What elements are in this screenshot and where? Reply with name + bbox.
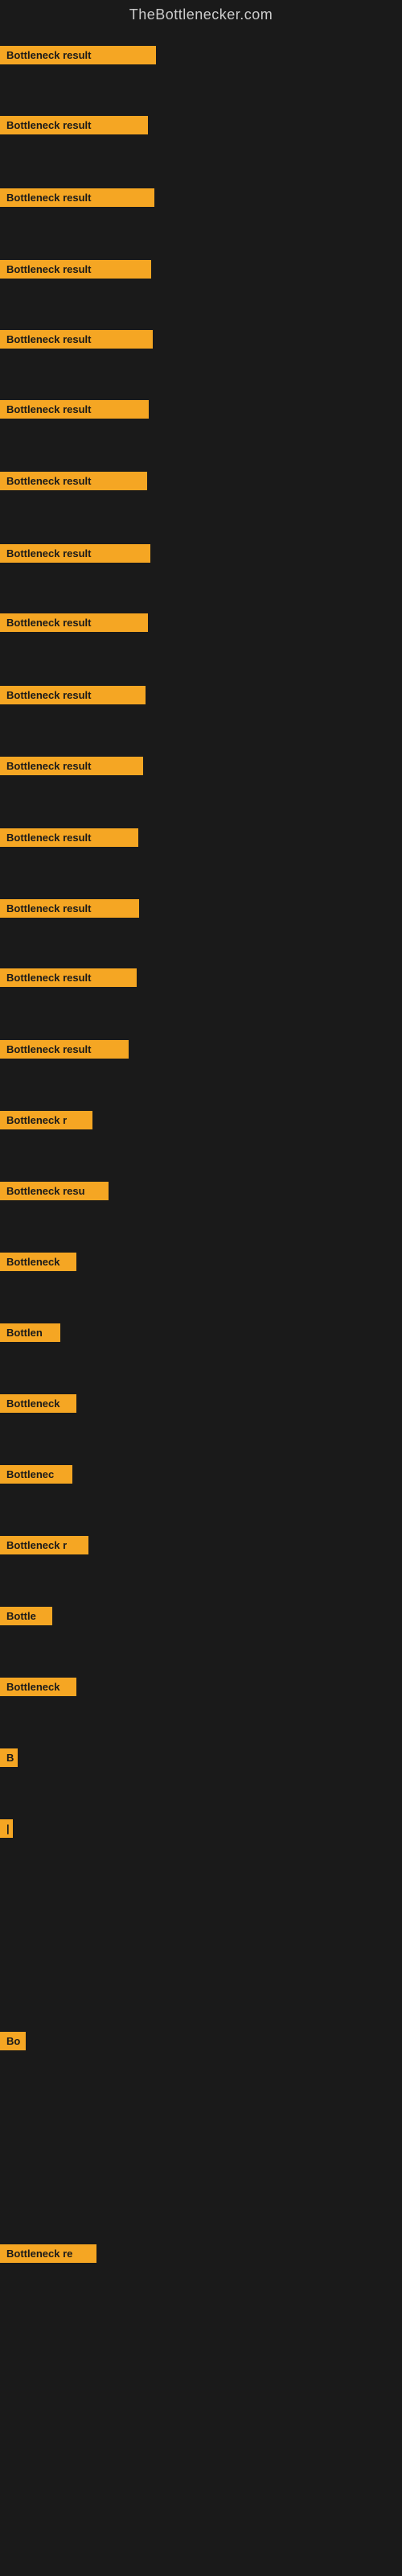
bottleneck-item-1[interactable]: Bottleneck result xyxy=(0,46,156,64)
bottleneck-item-25[interactable]: B xyxy=(0,1748,18,1767)
site-title: TheBottlenecker.com xyxy=(0,0,402,30)
bottleneck-item-26[interactable]: | xyxy=(0,1819,13,1838)
bottleneck-item-6[interactable]: Bottleneck result xyxy=(0,400,149,419)
bottleneck-item-8[interactable]: Bottleneck result xyxy=(0,544,150,563)
bottleneck-item-10[interactable]: Bottleneck result xyxy=(0,686,146,704)
bottleneck-item-7[interactable]: Bottleneck result xyxy=(0,472,147,490)
bottleneck-item-19[interactable]: Bottlen xyxy=(0,1323,60,1342)
bottleneck-item-9[interactable]: Bottleneck result xyxy=(0,613,148,632)
bottleneck-item-21[interactable]: Bottlenec xyxy=(0,1465,72,1484)
bottleneck-item-22[interactable]: Bottleneck r xyxy=(0,1536,88,1554)
bottleneck-item-23[interactable]: Bottle xyxy=(0,1607,52,1625)
bottleneck-item-12[interactable]: Bottleneck result xyxy=(0,828,138,847)
bottleneck-item-20[interactable]: Bottleneck xyxy=(0,1394,76,1413)
bottleneck-item-27[interactable]: Bo xyxy=(0,2032,26,2050)
bottleneck-item-13[interactable]: Bottleneck result xyxy=(0,899,139,918)
bottleneck-item-18[interactable]: Bottleneck xyxy=(0,1253,76,1271)
bottleneck-item-16[interactable]: Bottleneck r xyxy=(0,1111,92,1129)
page-wrapper: TheBottlenecker.com xyxy=(0,0,402,30)
bottleneck-item-15[interactable]: Bottleneck result xyxy=(0,1040,129,1059)
bottleneck-item-3[interactable]: Bottleneck result xyxy=(0,188,154,207)
bottleneck-item-4[interactable]: Bottleneck result xyxy=(0,260,151,279)
bottleneck-item-14[interactable]: Bottleneck result xyxy=(0,968,137,987)
bottleneck-item-24[interactable]: Bottleneck xyxy=(0,1678,76,1696)
bottleneck-item-2[interactable]: Bottleneck result xyxy=(0,116,148,134)
bottleneck-item-11[interactable]: Bottleneck result xyxy=(0,757,143,775)
bottleneck-item-17[interactable]: Bottleneck resu xyxy=(0,1182,109,1200)
bottleneck-item-5[interactable]: Bottleneck result xyxy=(0,330,153,349)
bottleneck-item-28[interactable]: Bottleneck re xyxy=(0,2244,96,2263)
